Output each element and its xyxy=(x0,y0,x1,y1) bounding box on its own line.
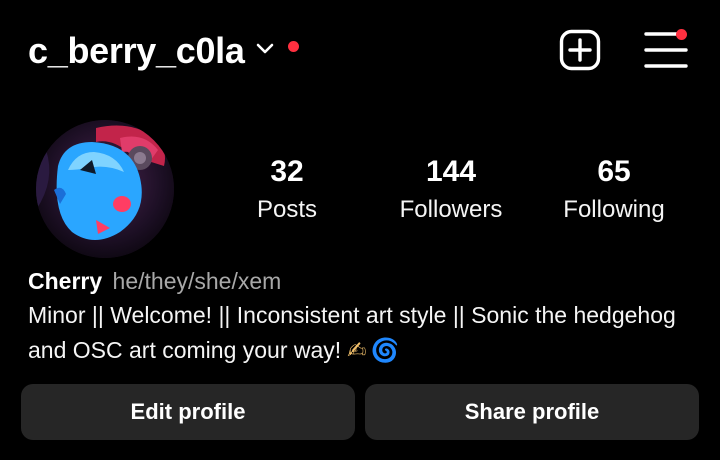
bio: Minor || Welcome! || Inconsistent art st… xyxy=(28,298,698,368)
following-count: 65 xyxy=(597,155,631,188)
name-line: Cherry he/they/she/xem xyxy=(28,266,281,296)
pronouns: he/they/she/xem xyxy=(112,268,282,294)
edit-profile-button[interactable]: Edit profile xyxy=(21,384,355,440)
display-name: Cherry xyxy=(28,268,103,294)
top-bar: c_berry_c0la xyxy=(0,0,720,100)
username-title[interactable]: c_berry_c0la xyxy=(28,26,245,76)
cyclone-icon: 🌀 xyxy=(370,337,400,363)
account-notification-dot xyxy=(288,41,299,52)
share-profile-button[interactable]: Share profile xyxy=(365,384,699,440)
followers-label: Followers xyxy=(399,196,503,223)
avatar[interactable] xyxy=(36,120,174,258)
writing-hand-icon: ✍ xyxy=(347,337,367,363)
chevron-down-icon[interactable] xyxy=(256,43,274,55)
posts-label: Posts xyxy=(256,196,318,223)
followers-count: 144 xyxy=(425,155,477,188)
menu-notification-dot xyxy=(676,29,687,40)
following-stat[interactable]: 65 Following xyxy=(539,152,689,228)
avatar-artwork xyxy=(36,120,174,258)
posts-count: 32 xyxy=(270,155,304,188)
followers-stat[interactable]: 144 Followers xyxy=(376,152,526,228)
posts-stat[interactable]: 32 Posts xyxy=(212,152,362,228)
following-label: Following xyxy=(563,196,665,223)
plus-square-icon[interactable] xyxy=(559,29,601,71)
